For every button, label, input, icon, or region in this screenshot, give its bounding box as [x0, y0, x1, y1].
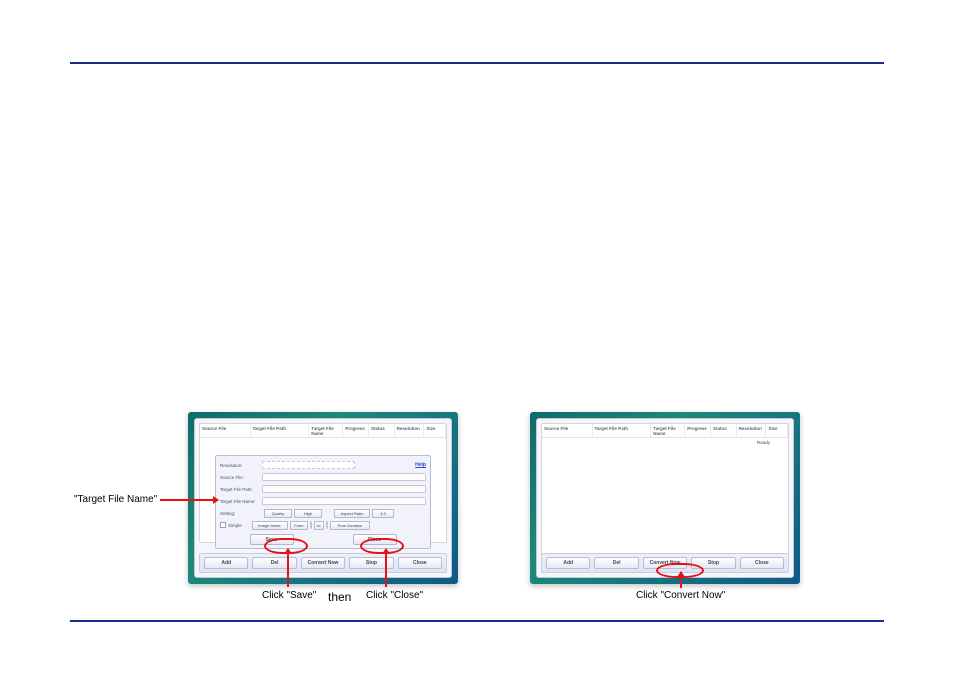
col-target-name[interactable]: Target File Name [309, 424, 343, 437]
then-label: then [328, 590, 351, 604]
del-button[interactable]: Del [594, 557, 638, 569]
bottom-toolbar: Add Del Convert Now Stop Close [199, 553, 447, 573]
screenshot-settings-dialog: Source File Target File Path Target File… [188, 412, 458, 584]
aspect-dropdown[interactable]: 4:3 [372, 509, 394, 518]
col-target-path[interactable]: Target File Path [593, 424, 652, 437]
label-setting: Setting: [220, 511, 262, 516]
source-file-field[interactable] [262, 473, 426, 481]
to-field[interactable] [326, 521, 328, 529]
column-headers: Source File Target File Path Target File… [200, 424, 446, 438]
del-button[interactable]: Del [252, 557, 296, 569]
col-target-name[interactable]: Target File Name [651, 424, 685, 437]
callout-click-save: Click "Save" [262, 590, 316, 601]
col-resolution[interactable]: Resolution [395, 424, 425, 437]
arrow-up-icon [385, 549, 387, 587]
callout-target-file-name: "Target File Name" [74, 494, 157, 505]
add-button[interactable]: Add [204, 557, 248, 569]
app-window: Source File Target File Path Target File… [536, 418, 794, 578]
resolution-dropdown[interactable] [262, 461, 355, 469]
arrow-right-icon [160, 499, 218, 501]
arrow-up-icon [287, 549, 289, 587]
col-size[interactable]: Size [766, 424, 788, 437]
arrow-up-icon [680, 572, 682, 588]
callout-click-close: Click "Close" [366, 590, 423, 601]
aspect-label: Aspect Ratio [334, 509, 370, 518]
close-button[interactable]: Close [740, 557, 784, 569]
label-target-path: Target File Path: [220, 487, 262, 492]
convert-now-button[interactable]: Convert Now [301, 557, 345, 569]
screenshot-convert-now: Source File Target File Path Target File… [530, 412, 800, 584]
label-target-name: Target File Name: [220, 499, 262, 504]
target-name-field[interactable] [262, 497, 426, 505]
help-link[interactable]: Help [415, 462, 426, 468]
quality-label: Quality [264, 509, 292, 518]
to-label: to [314, 521, 324, 530]
add-button[interactable]: Add [546, 557, 590, 569]
col-source[interactable]: Source File [200, 424, 251, 437]
simple-label: Simple [228, 523, 242, 528]
column-headers: Source File Target File Path Target File… [542, 424, 788, 438]
col-size[interactable]: Size [424, 424, 446, 437]
col-status[interactable]: Status [711, 424, 737, 437]
simple-checkbox[interactable] [220, 522, 226, 528]
from-label: From [290, 521, 308, 530]
status-text: Ready [757, 440, 770, 445]
callout-click-convert: Click "Convert Now" [636, 590, 725, 601]
col-progress[interactable]: Progress [343, 424, 369, 437]
col-source[interactable]: Source File [542, 424, 593, 437]
label-source-file: Source File: [220, 475, 262, 480]
divider-top [70, 62, 884, 64]
quality-dropdown[interactable]: High [294, 509, 322, 518]
target-path-field[interactable] [262, 485, 426, 493]
label-resolution: Resolution: [220, 463, 262, 468]
close-button[interactable]: Close [398, 557, 442, 569]
divider-bottom [70, 620, 884, 622]
col-target-path[interactable]: Target File Path [251, 424, 310, 437]
col-progress[interactable]: Progress [685, 424, 711, 437]
time-duration-button[interactable]: Time Duration [330, 521, 370, 530]
settings-dialog: Resolution: Help Source File: Target Fil… [215, 455, 431, 549]
col-status[interactable]: Status [369, 424, 395, 437]
app-window: Source File Target File Path Target File… [194, 418, 452, 578]
file-list: Source File Target File Path Target File… [541, 423, 789, 561]
col-resolution[interactable]: Resolution [737, 424, 767, 437]
image-items-label: Image Items: [252, 521, 288, 530]
from-field[interactable] [310, 521, 312, 529]
